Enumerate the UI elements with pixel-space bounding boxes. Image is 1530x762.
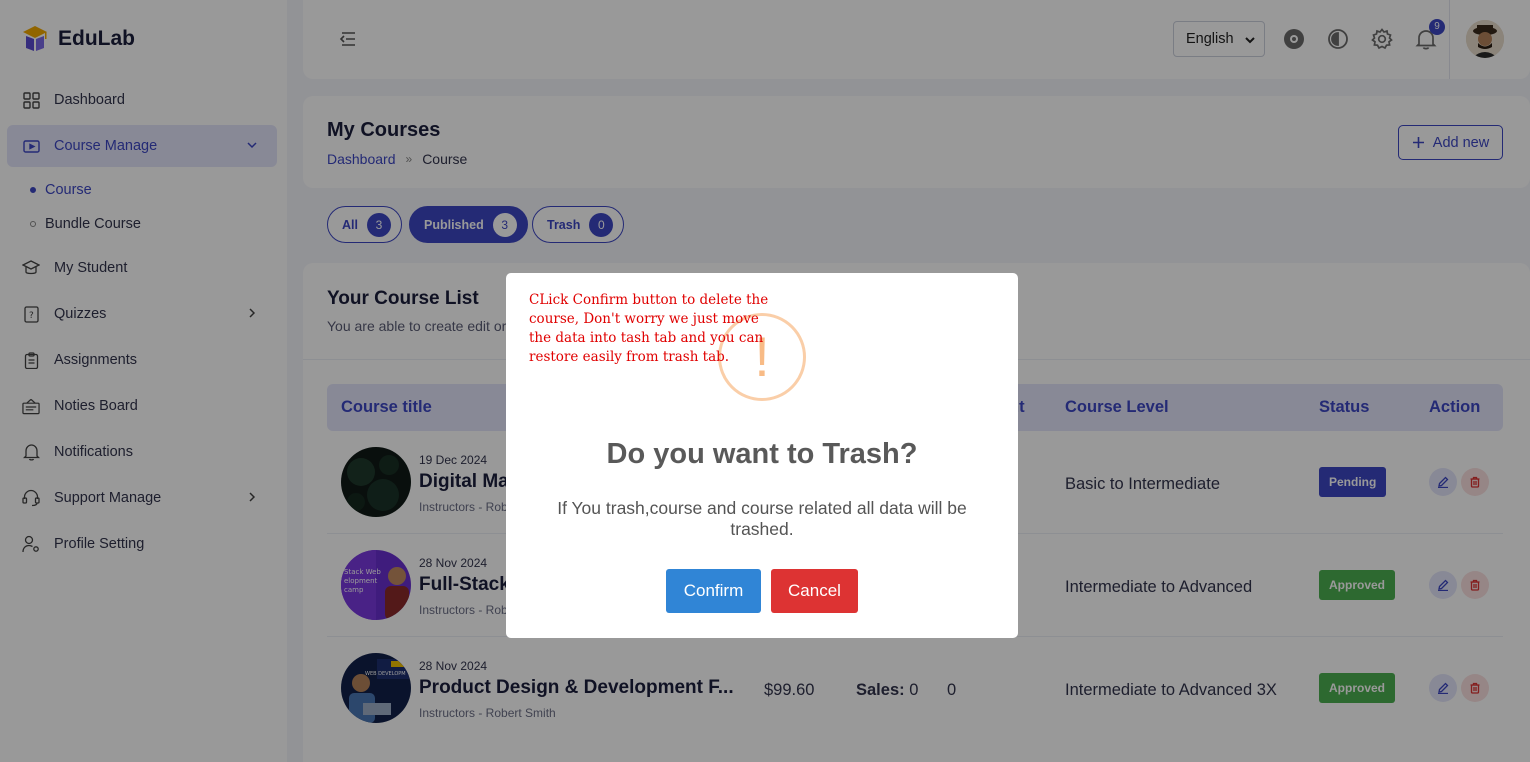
confirm-button[interactable]: Confirm xyxy=(666,569,761,613)
cancel-button[interactable]: Cancel xyxy=(771,569,858,613)
dialog-title: Do you want to Trash? xyxy=(606,438,918,470)
trash-confirm-dialog: ! CLick Confirm button to delete the cou… xyxy=(506,273,1018,638)
dialog-message: If You trash,course and course related a… xyxy=(557,498,967,539)
tutorial-annotation: CLick Confirm button to delete the cours… xyxy=(529,292,769,365)
